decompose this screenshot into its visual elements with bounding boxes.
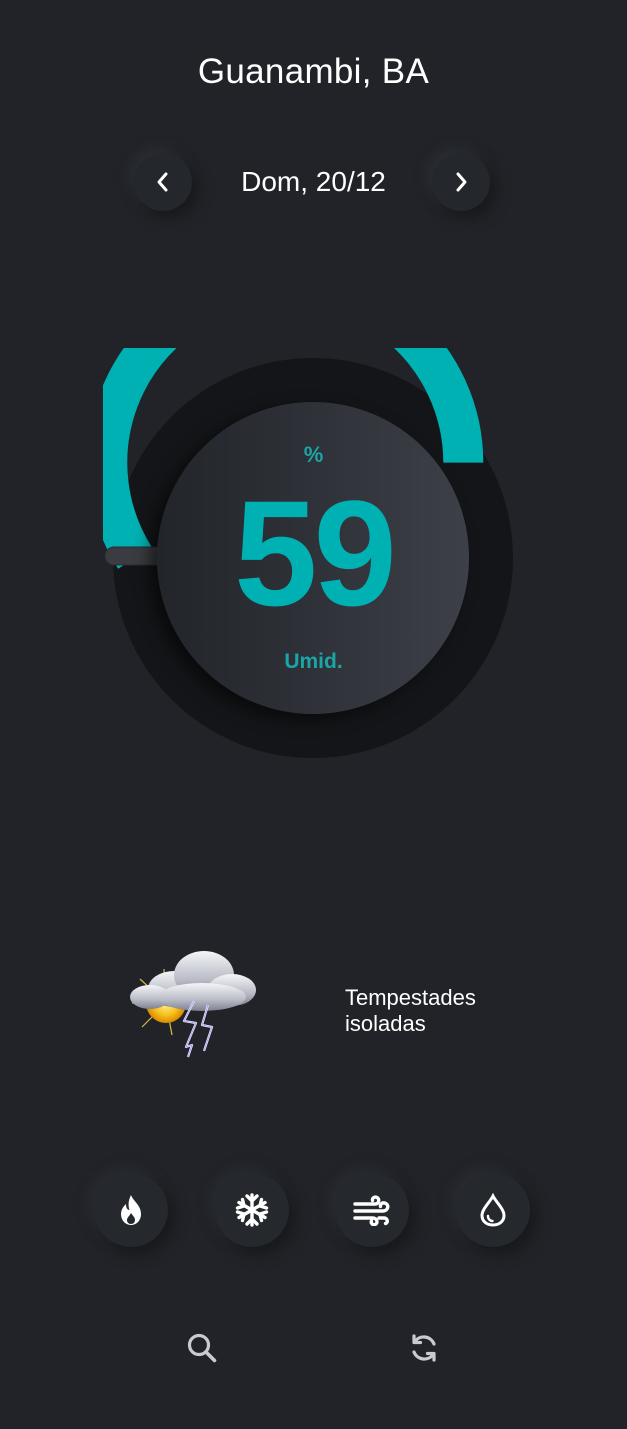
- flame-icon: [121, 1195, 141, 1225]
- city-title: Guanambi, BA: [197, 52, 430, 91]
- search-button[interactable]: [182, 1328, 222, 1368]
- search-icon: [187, 1333, 217, 1363]
- date-label: Dom, 20/12: [241, 166, 386, 197]
- gauge-unit: %: [303, 442, 324, 467]
- next-day-button[interactable]: [432, 153, 490, 211]
- wind-button[interactable]: [335, 1173, 409, 1247]
- humidity-button[interactable]: [456, 1173, 530, 1247]
- weather-description: Tempestades isoladas: [345, 985, 476, 1036]
- snowflake-icon: [235, 1193, 269, 1227]
- chevron-right-icon: [456, 172, 467, 192]
- refresh-icon: [412, 1334, 436, 1362]
- temperature-button[interactable]: [94, 1173, 168, 1247]
- date-navigator: Dom, 20/12: [0, 153, 627, 213]
- weather-app: Guanambi, BA Dom, 20/12 % 59 Umid. Tempe…: [0, 0, 627, 1429]
- humidity-value: 59: [234, 469, 397, 637]
- droplet-icon: [480, 1193, 506, 1227]
- wind-icon: [353, 1195, 390, 1226]
- gauge-label: Umid.: [284, 650, 343, 673]
- cold-button[interactable]: [215, 1173, 289, 1247]
- refresh-button[interactable]: [404, 1328, 444, 1368]
- thunderstorm-partly-sunny-icon: [112, 935, 262, 1065]
